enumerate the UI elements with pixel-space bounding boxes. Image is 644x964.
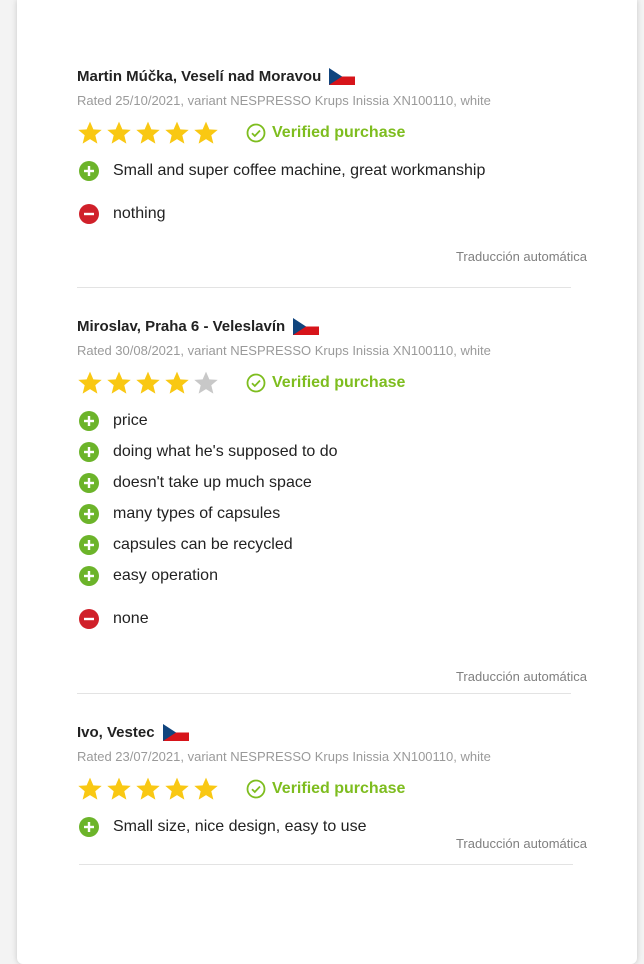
rating-row: Verified purchase [77,369,587,397]
plus-circle-icon [79,410,99,431]
cons-list: nothing [77,198,587,229]
star-filled-icon [78,371,102,394]
star-filled-icon [194,121,218,144]
rating-row: Verified purchase [77,775,587,803]
plus-circle-icon [79,816,99,837]
plus-circle-icon [79,534,99,555]
pros-list: Small and super coffee machine, great wo… [77,155,587,186]
star-rating [77,120,219,146]
machine-translation-link[interactable]: Traducción automática [77,836,587,856]
pro-item: capsules can be recycled [77,529,587,560]
review-card: Ivo, Vestec Rated 23/07/2021, variant NE… [77,700,587,856]
pro-item: Small and super coffee machine, great wo… [77,155,587,186]
review-card: Miroslav, Praha 6 - Veleslavín Rated 30/… [77,294,587,689]
star-filled-icon [136,777,160,800]
pro-item: easy operation [77,560,587,591]
review-divider [77,287,571,288]
author-name: Martin Múčka, Veselí nad Moravou [77,67,322,85]
review-meta: Rated 30/08/2021, variant NESPRESSO Krup… [77,343,491,358]
star-filled-icon [107,777,131,800]
review-meta: Rated 25/10/2021, variant NESPRESSO Krup… [77,93,491,108]
plus-circle-icon [79,565,99,586]
star-filled-icon [165,121,189,144]
review-divider [79,864,573,865]
plus-circle-icon [79,472,99,493]
pro-item: price [77,405,587,436]
review-author: Ivo, Vestec [77,720,587,744]
czech-flag-icon [293,317,320,335]
star-filled-icon [107,121,131,144]
star-empty-icon [194,371,218,394]
check-circle-icon [246,123,266,143]
star-filled-icon [136,121,160,144]
plus-circle-icon [79,160,99,181]
star-filled-icon [78,777,102,800]
review-author: Martin Múčka, Veselí nad Moravou [77,64,587,88]
cons-list: none [77,603,587,634]
plus-circle-icon [79,503,99,524]
check-circle-icon [246,779,266,799]
machine-translation-link[interactable]: Traducción automática [77,669,587,689]
czech-flag-icon [162,723,189,741]
reviews-panel: Martin Múčka, Veselí nad Moravou Rated 2… [17,0,637,964]
pro-item: doing what he's supposed to do [77,436,587,467]
con-item: none [77,603,587,634]
review-meta: Rated 23/07/2021, variant NESPRESSO Krup… [77,749,491,764]
pro-item: many types of capsules [77,498,587,529]
check-circle-icon [246,373,266,393]
review-card: Martin Múčka, Veselí nad Moravou Rated 2… [77,44,587,269]
con-item: nothing [77,198,587,229]
czech-flag-icon [329,67,356,85]
verified-purchase-badge: Verified purchase [246,373,405,393]
pros-list: price doing what he's supposed to do doe… [77,405,587,591]
star-rating [77,370,219,396]
minus-circle-icon [79,203,99,224]
review-divider [77,693,571,694]
rating-row: Verified purchase [77,119,587,147]
author-name: Miroslav, Praha 6 - Veleslavín [77,317,286,335]
pro-item: doesn't take up much space [77,467,587,498]
star-filled-icon [165,777,189,800]
review-author: Miroslav, Praha 6 - Veleslavín [77,314,587,338]
star-filled-icon [107,371,131,394]
star-filled-icon [136,371,160,394]
star-filled-icon [165,371,189,394]
star-filled-icon [194,777,218,800]
author-name: Ivo, Vestec [77,723,155,741]
plus-circle-icon [79,441,99,462]
verified-purchase-badge: Verified purchase [246,779,405,799]
star-filled-icon [78,121,102,144]
star-rating [77,776,219,802]
machine-translation-link[interactable]: Traducción automática [77,249,587,269]
verified-purchase-badge: Verified purchase [246,123,405,143]
minus-circle-icon [79,608,99,629]
